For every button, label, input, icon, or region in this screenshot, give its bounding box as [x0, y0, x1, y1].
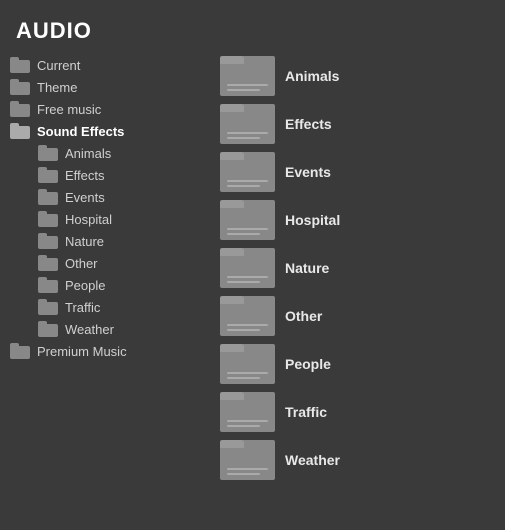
folder-tile-label: People [285, 356, 331, 372]
folder-tile-events[interactable]: Events [220, 150, 495, 194]
tree-item-label: Premium Music [37, 344, 127, 359]
folder-closed-icon [38, 167, 60, 183]
folder-thumbnail [220, 200, 275, 240]
folder-closed-icon [38, 255, 60, 271]
folder-closed-icon [10, 343, 32, 359]
folder-thumbnail [220, 392, 275, 432]
tree-item-people[interactable]: People [38, 274, 215, 296]
tree-item-theme[interactable]: Theme [10, 76, 215, 98]
folder-closed-icon [38, 189, 60, 205]
tree-children: Animals Effects Events Hospital Nature O… [10, 142, 215, 340]
folder-closed-icon [10, 79, 32, 95]
folder-tile-label: Nature [285, 260, 329, 276]
folder-closed-icon [38, 321, 60, 337]
folder-tile-hospital[interactable]: Hospital [220, 198, 495, 242]
tree-item-label-bold: Sound Effects [37, 124, 124, 139]
folder-tile-traffic[interactable]: Traffic [220, 390, 495, 434]
folder-tile-animals[interactable]: Animals [220, 54, 495, 98]
folder-tile-weather[interactable]: Weather [220, 438, 495, 482]
folder-thumbnail [220, 440, 275, 480]
folder-thumbnail [220, 56, 275, 96]
tree-item-premium-music[interactable]: Premium Music [10, 340, 215, 362]
folder-thumbnail [220, 248, 275, 288]
tree-item-label: Weather [65, 322, 114, 337]
folder-tile-label: Effects [285, 116, 332, 132]
folder-closed-icon [38, 145, 60, 161]
tree-item-label: Theme [37, 80, 77, 95]
tree-item-label: Free music [37, 102, 101, 117]
folder-tile-label: Events [285, 164, 331, 180]
tree-item-events[interactable]: Events [38, 186, 215, 208]
tree-item-label: Current [37, 58, 80, 73]
folder-thumbnail [220, 344, 275, 384]
right-folder-panel: Animals Effects Events Hospital [215, 54, 505, 482]
tree-item-traffic[interactable]: Traffic [38, 296, 215, 318]
tree-item-label: Animals [65, 146, 111, 161]
folder-tile-effects[interactable]: Effects [220, 102, 495, 146]
tree-item-label: Effects [65, 168, 105, 183]
page-title: AUDIO [0, 0, 505, 54]
folder-tile-nature[interactable]: Nature [220, 246, 495, 290]
tree-item-label: Events [65, 190, 105, 205]
tree-item-hospital[interactable]: Hospital [38, 208, 215, 230]
tree-item-weather[interactable]: Weather [38, 318, 215, 340]
tree-item-nature[interactable]: Nature [38, 230, 215, 252]
folder-thumbnail [220, 104, 275, 144]
tree-item-label: Nature [65, 234, 104, 249]
folder-closed-icon [10, 57, 32, 73]
folder-open-icon [10, 123, 32, 139]
folder-closed-icon [38, 211, 60, 227]
folder-thumbnail [220, 296, 275, 336]
tree-item-sound-effects[interactable]: Sound Effects [10, 120, 215, 142]
folder-tile-label: Other [285, 308, 322, 324]
folder-closed-icon [38, 233, 60, 249]
folder-tile-label: Traffic [285, 404, 327, 420]
folder-closed-icon [38, 277, 60, 293]
tree-item-label: Hospital [65, 212, 112, 227]
folder-closed-icon [10, 101, 32, 117]
tree-item-label: People [65, 278, 105, 293]
tree-item-effects[interactable]: Effects [38, 164, 215, 186]
folder-thumbnail [220, 152, 275, 192]
folder-tile-label: Hospital [285, 212, 340, 228]
tree-item-label: Traffic [65, 300, 100, 315]
folder-closed-icon [38, 299, 60, 315]
folder-tile-label: Weather [285, 452, 340, 468]
tree-item-label: Other [65, 256, 98, 271]
tree-item-animals[interactable]: Animals [38, 142, 215, 164]
folder-tile-other[interactable]: Other [220, 294, 495, 338]
tree-item-free-music[interactable]: Free music [10, 98, 215, 120]
left-tree-panel: Current Theme Free music Sound Effects A… [0, 54, 215, 482]
tree-item-current[interactable]: Current [10, 54, 215, 76]
folder-tile-people[interactable]: People [220, 342, 495, 386]
folder-tile-label: Animals [285, 68, 339, 84]
tree-item-other[interactable]: Other [38, 252, 215, 274]
